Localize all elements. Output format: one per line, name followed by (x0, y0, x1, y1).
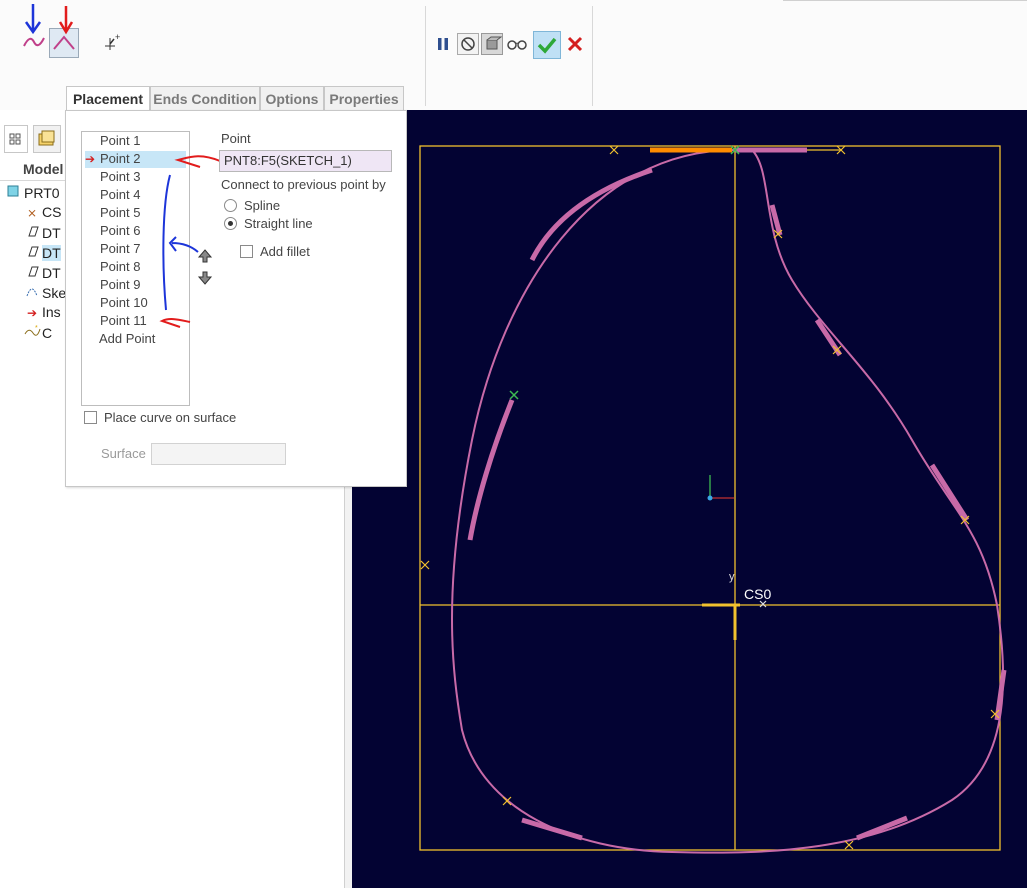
tree-item-datum-plane[interactable]: DT (24, 264, 61, 282)
pause-icon (438, 38, 448, 50)
datum-plane-icon (24, 244, 40, 261)
green-point-markers (509, 145, 740, 400)
place-on-surface-checkbox[interactable] (84, 411, 97, 424)
list-item[interactable]: Point 11 (100, 312, 147, 330)
glasses-button[interactable] (505, 33, 527, 55)
add-fillet-checkbox[interactable] (240, 245, 253, 258)
point-heading: Point (221, 131, 251, 146)
list-item[interactable]: Point 9 (100, 276, 140, 294)
move-point-down-button[interactable] (197, 270, 213, 286)
dashboard-tabs: Placement Ends Condition Options Propert… (66, 86, 404, 112)
glasses-icon (507, 40, 527, 50)
cancel-button[interactable] (564, 33, 586, 55)
surface-label: Surface (101, 446, 146, 461)
annotation-strokes (159, 155, 221, 328)
point-reference-field[interactable]: PNT8:F5(SKETCH_1) (219, 150, 392, 172)
verify-mode-button[interactable] (481, 33, 503, 55)
insert-here-arrow-icon: ➔ (26, 306, 38, 320)
list-item[interactable]: Point 6 (100, 222, 140, 240)
arrow-down-icon (197, 271, 213, 285)
curve-icon: * (24, 324, 41, 341)
model-tree-tab[interactable] (4, 125, 28, 153)
model-tree-header: Model (23, 161, 64, 177)
no-preview-button[interactable] (457, 33, 479, 55)
annotation-arrows (24, 4, 74, 35)
list-item[interactable]: Point 3 (100, 168, 140, 186)
connect-label: Connect to previous point by (221, 177, 386, 192)
no-preview-icon (461, 37, 475, 51)
datum-point-icon: + (105, 32, 120, 50)
list-item[interactable]: Point 1 (100, 132, 140, 150)
list-item[interactable]: Point 5 (100, 204, 140, 222)
model-tree-icon (9, 133, 21, 145)
close-icon (567, 36, 583, 52)
spline-radio[interactable] (224, 199, 237, 212)
graphics-window[interactable]: y CS0 (352, 110, 1027, 888)
check-icon (537, 37, 557, 54)
folder-icon (38, 130, 55, 146)
model-view: y CS0 (419, 145, 1007, 854)
sketch-icon (24, 284, 40, 301)
csys-icon: ⨯ (26, 206, 38, 220)
pause-button[interactable] (432, 33, 454, 55)
spline-label: Spline (244, 198, 281, 213)
straight-line-radio[interactable] (224, 217, 237, 230)
place-on-surface-label: Place curve on surface (104, 410, 237, 425)
tab-properties[interactable]: Properties (324, 86, 404, 111)
datum-plane-icon (24, 224, 40, 241)
folder-browser-tab[interactable] (33, 125, 61, 153)
list-item[interactable]: Point 8 (100, 258, 140, 276)
tree-item-part[interactable]: PRT0 (6, 184, 60, 202)
tree-item-sketch[interactable]: Ske (24, 284, 66, 302)
straight-line-label: Straight line (244, 216, 313, 231)
add-fillet-label: Add fillet (260, 244, 310, 259)
part-icon (6, 184, 22, 201)
tree-item-insert-here[interactable]: ➔ Ins (24, 304, 61, 322)
datum-plane-icon (24, 264, 40, 281)
add-point-item[interactable]: Add Point (99, 330, 155, 348)
accept-button[interactable] (533, 31, 561, 59)
list-item-selected[interactable]: Point 2 (100, 150, 140, 168)
list-item[interactable]: Point 4 (100, 186, 140, 204)
blue-annotation-arrow (24, 4, 42, 35)
tab-ends-condition[interactable]: Ends Condition (150, 86, 260, 111)
move-point-up-button[interactable] (197, 248, 213, 264)
current-point-arrow-icon: ➔ (85, 152, 96, 166)
reference-point-button[interactable]: + (100, 30, 124, 54)
csys-y-label: y (729, 571, 735, 583)
arrow-up-icon (197, 249, 213, 263)
tree-item-datum-plane-selected[interactable]: DT (24, 244, 61, 262)
list-item[interactable]: Point 7 (100, 240, 140, 258)
tab-placement[interactable]: Placement (66, 86, 150, 112)
svg-text:*: * (35, 325, 38, 332)
csys-label: CS0 (744, 586, 771, 602)
tree-item-curve[interactable]: * C (24, 324, 52, 342)
svg-text:+: + (115, 32, 120, 42)
tree-item-datum-plane[interactable]: DT (24, 224, 61, 242)
tab-options[interactable]: Options (260, 86, 324, 111)
feature-preview-icon (486, 36, 503, 50)
red-annotation-arrow (58, 6, 74, 35)
view-triad (707, 475, 734, 501)
tree-item-csys[interactable]: ⨯ CS (24, 204, 61, 222)
list-item[interactable]: Point 10 (100, 294, 148, 312)
surface-field[interactable] (151, 443, 286, 465)
